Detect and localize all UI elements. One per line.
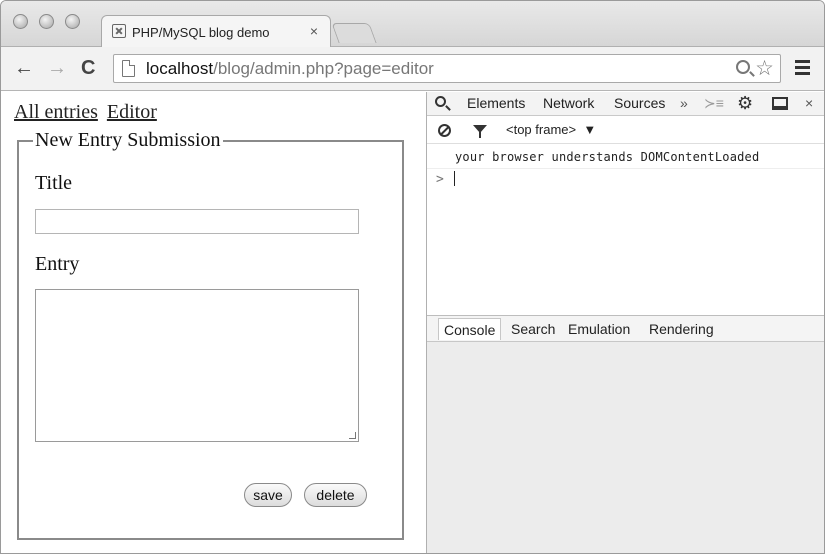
drawer-tabbar: Console Search Emulation Rendering [427, 316, 824, 342]
settings-gear-icon[interactable]: ⚙ [737, 93, 753, 114]
title-input[interactable] [35, 209, 359, 234]
new-tab-button[interactable] [331, 23, 377, 43]
inspect-search-icon[interactable] [435, 96, 446, 107]
tab-elements[interactable]: Elements [467, 95, 525, 111]
resize-handle-icon[interactable] [349, 432, 356, 439]
back-arrow-icon[interactable]: ← [14, 56, 34, 80]
zoom-icon[interactable] [736, 60, 750, 74]
form-legend: New Entry Submission [35, 129, 221, 151]
devtools-tabbar: Elements Network Sources » ≻≡ ⚙ × [427, 92, 824, 116]
save-button[interactable]: save [244, 483, 292, 507]
web-page: All entries Editor New Entry Submission … [1, 92, 426, 553]
favicon-icon [112, 24, 126, 38]
divider [427, 168, 824, 169]
menu-icon[interactable] [795, 60, 810, 78]
clear-console-icon[interactable] [438, 124, 451, 137]
more-tabs-icon[interactable]: » [680, 95, 688, 111]
devtools-close-icon[interactable]: × [805, 95, 813, 111]
all-entries-link[interactable]: All entries [14, 101, 98, 123]
editor-link[interactable]: Editor [107, 101, 157, 123]
prompt-chevron-icon: > [436, 172, 444, 187]
dock-icon[interactable] [772, 97, 788, 110]
url-host: localhost [146, 59, 214, 78]
entry-textarea[interactable] [35, 289, 359, 442]
frame-label: <top frame> [506, 122, 577, 137]
address-bar[interactable]: localhost/blog/admin.php?page=editor ☆ [113, 54, 781, 83]
url-text: localhost/blog/admin.php?page=editor [146, 59, 434, 79]
drawer-tab-rendering[interactable]: Rendering [649, 321, 714, 337]
title-label: Title [35, 172, 73, 194]
tab-close-icon[interactable]: × [310, 23, 318, 39]
page-icon [122, 60, 135, 77]
chevron-down-icon: ▼ [583, 122, 597, 137]
frame-select[interactable]: <top frame> ▼ [506, 122, 596, 137]
browser-toolbar: ← → C localhost/blog/admin.php?page=edit… [1, 47, 824, 91]
title-bar: PHP/MySQL blog demo × [1, 1, 824, 48]
drawer-toggle-icon[interactable]: ≻≡ [704, 95, 724, 112]
delete-button[interactable]: delete [304, 483, 367, 507]
close-window-button[interactable] [13, 14, 28, 29]
devtools-panel: Elements Network Sources » ≻≡ ⚙ × <top f… [426, 92, 824, 553]
tab-sources[interactable]: Sources [614, 95, 665, 111]
url-path: /blog/admin.php?page=editor [213, 59, 434, 78]
drawer-tab-emulation[interactable]: Emulation [568, 321, 630, 337]
console-toolbar: <top frame> ▼ [427, 117, 824, 144]
zoom-window-button[interactable] [65, 14, 80, 29]
minimize-window-button[interactable] [39, 14, 54, 29]
tab-network[interactable]: Network [543, 95, 594, 111]
tab-title: PHP/MySQL blog demo [132, 25, 270, 40]
browser-window: PHP/MySQL blog demo × ← → C localhost/bl… [0, 0, 825, 554]
entry-form: New Entry Submission Title Entry save de… [17, 129, 404, 540]
forward-arrow-icon[interactable]: → [47, 56, 67, 80]
filter-icon[interactable] [473, 125, 487, 138]
page-nav: All entries Editor [14, 101, 161, 124]
drawer-tab-search[interactable]: Search [511, 321, 555, 337]
browser-tab[interactable]: PHP/MySQL blog demo × [101, 15, 331, 48]
bookmark-star-icon[interactable]: ☆ [755, 56, 774, 81]
drawer-tab-console[interactable]: Console [438, 318, 502, 340]
console-log-line: your browser understands DOMContentLoade… [455, 150, 760, 164]
console-output: your browser understands DOMContentLoade… [427, 145, 824, 315]
devtools-drawer: Console Search Emulation Rendering [427, 315, 824, 553]
reload-icon[interactable]: C [81, 56, 95, 80]
console-input[interactable] [454, 171, 455, 186]
entry-label: Entry [35, 253, 80, 275]
